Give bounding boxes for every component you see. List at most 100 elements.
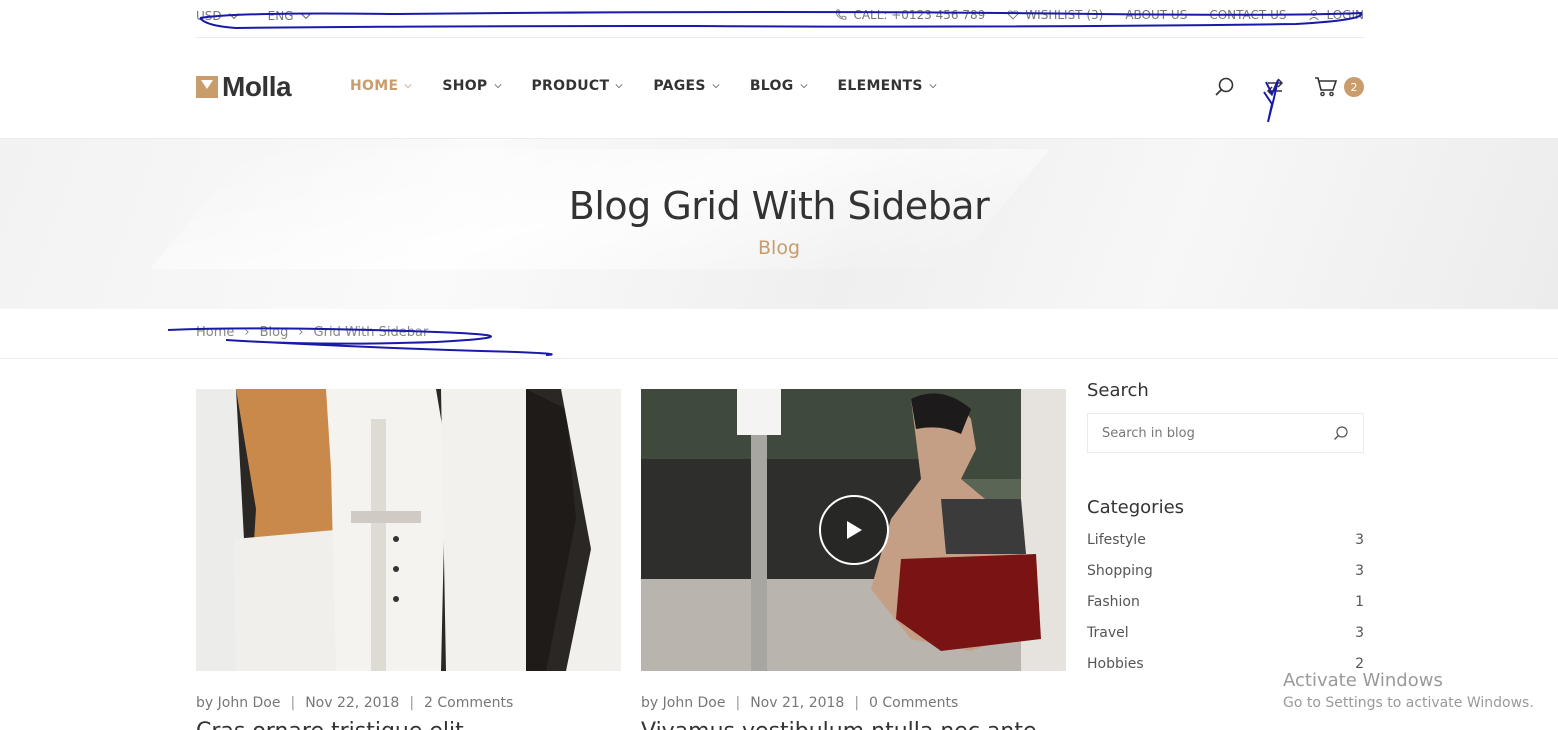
chevron-down-icon [228, 13, 239, 20]
login-label: LOGIN [1326, 8, 1364, 22]
list-item[interactable]: Shopping 3 [1087, 563, 1364, 594]
category-count: 3 [1355, 563, 1364, 579]
category-name: Lifestyle [1087, 532, 1146, 548]
meta-separator: | [409, 695, 415, 711]
cart-button[interactable]: 2 [1314, 76, 1364, 98]
nav-label: PAGES [653, 78, 706, 94]
post-image-fashion-illustration [196, 389, 621, 671]
chevron-down-icon [494, 84, 501, 89]
category-count: 3 [1355, 625, 1364, 641]
meta-separator: | [854, 695, 860, 711]
search-button[interactable] [1214, 76, 1236, 98]
nav-item-blog[interactable]: BLOG [750, 78, 808, 94]
chevron-down-icon [800, 84, 807, 89]
nav-item-elements[interactable]: ELEMENTS [838, 78, 937, 94]
header-actions: 2 [1214, 76, 1364, 98]
meta-separator: | [735, 695, 741, 711]
cart-count-badge: 2 [1344, 77, 1364, 97]
post-author[interactable]: by John Doe [641, 695, 725, 711]
page-header-banner: Blog Grid With Sidebar Blog [0, 138, 1558, 309]
breadcrumb-current: Grid With Sidebar [313, 325, 429, 340]
post-image[interactable] [196, 389, 621, 671]
call-link[interactable]: CALL: +0123 456 789 [835, 8, 985, 22]
nav-item-pages[interactable]: PAGES [653, 78, 720, 94]
post-image[interactable] [641, 389, 1066, 671]
breadcrumb-home[interactable]: Home [196, 325, 234, 340]
windows-activation-watermark: Activate Windows Go to Settings to activ… [1283, 670, 1534, 711]
post-meta: by John Doe | Nov 22, 2018 | 2 Comments [196, 695, 513, 711]
list-item[interactable]: Lifestyle 3 [1087, 532, 1364, 563]
nav-label: ELEMENTS [837, 78, 923, 94]
currency-label: USD [196, 9, 222, 23]
categories-widget-title: Categories [1087, 497, 1185, 518]
chevron-down-icon [929, 84, 937, 89]
site-logo[interactable]: Molla [196, 71, 292, 103]
page-title: Blog Grid With Sidebar [568, 184, 990, 228]
currency-dropdown[interactable]: USD [196, 9, 240, 23]
play-video-button[interactable] [819, 495, 889, 565]
user-icon [1309, 10, 1320, 21]
post-title[interactable]: Cras ornare tristique elit. [196, 719, 471, 730]
compare-icon [1266, 78, 1284, 96]
post-comments[interactable]: 0 Comments [869, 695, 958, 711]
post-comments[interactable]: 2 Comments [424, 695, 513, 711]
breadcrumb: Home › Blog › Grid With Sidebar [196, 325, 428, 340]
page-subtitle: Blog [758, 237, 800, 259]
chevron-down-icon [404, 84, 412, 89]
language-dropdown[interactable]: ENG [268, 9, 312, 23]
logo-text: Molla [222, 71, 292, 102]
category-name: Shopping [1087, 563, 1153, 579]
contact-label: CONTACT US [1209, 8, 1287, 22]
play-icon [847, 521, 862, 539]
chevron-down-icon [712, 84, 720, 89]
wishlist-label: WISHLIST (3) [1025, 8, 1104, 22]
watermark-line-2: Go to Settings to activate Windows. [1283, 695, 1534, 711]
blog-post-card: by John Doe | Nov 22, 2018 | 2 Comments … [196, 389, 621, 730]
heart-icon [1007, 10, 1019, 20]
top-bar: USD ENG CALL: +0123 456 789 WISHLIST (3)… [196, 0, 1364, 38]
breadcrumb-blog[interactable]: Blog [260, 325, 289, 340]
category-count: 3 [1355, 532, 1364, 548]
nav-label: BLOG [749, 78, 794, 94]
nav-item-shop[interactable]: SHOP [442, 78, 501, 94]
search-icon [1215, 77, 1234, 96]
blog-sidebar: Search Search in blog Categories Lifesty… [1087, 380, 1364, 687]
about-link[interactable]: ABOUT US [1125, 8, 1187, 22]
search-input[interactable]: Search in blog [1087, 413, 1364, 453]
about-label: ABOUT US [1125, 8, 1188, 22]
breadcrumb-divider [0, 358, 1558, 359]
category-name: Fashion [1087, 594, 1140, 610]
nav-item-home[interactable]: HOME [350, 78, 412, 94]
nav-label: PRODUCT [531, 78, 610, 94]
categories-list: Lifestyle 3 Shopping 3 Fashion 1 Travel 3 Ho… [1087, 532, 1364, 687]
chevron-right-icon: › [298, 325, 304, 340]
blog-post-card: by John Doe | Nov 21, 2018 | 0 Comments … [641, 389, 1066, 730]
main-nav: HOME SHOP PRODUCT PAGES BLOG ELEMENTS [350, 78, 937, 94]
nav-item-product[interactable]: PRODUCT [532, 78, 624, 94]
logo-mark-icon [196, 76, 218, 98]
login-link[interactable]: LOGIN [1308, 8, 1364, 22]
compare-button[interactable] [1264, 76, 1286, 98]
search-icon[interactable] [1333, 425, 1349, 441]
language-label: ENG [267, 9, 294, 23]
nav-label: SHOP [442, 78, 488, 94]
post-author[interactable]: by John Doe [196, 695, 280, 711]
category-name: Travel [1087, 625, 1129, 641]
chevron-down-icon [300, 13, 311, 20]
nav-label: HOME [350, 78, 399, 94]
list-item[interactable]: Travel 3 [1087, 625, 1364, 656]
post-meta: by John Doe | Nov 21, 2018 | 0 Comments [641, 695, 958, 711]
post-title[interactable]: Vivamus vestibulum ntulla nec ante. [641, 719, 1044, 730]
contact-link[interactable]: CONTACT US [1209, 8, 1286, 22]
post-date[interactable]: Nov 22, 2018 [305, 695, 399, 711]
search-widget-title: Search [1087, 380, 1149, 401]
main-header: Molla HOME SHOP PRODUCT PAGES BLOG ELEME… [196, 38, 1364, 138]
phone-icon [836, 9, 847, 20]
category-name: Hobbies [1087, 656, 1144, 672]
cart-icon [1315, 77, 1338, 97]
post-date[interactable]: Nov 21, 2018 [750, 695, 844, 711]
list-item[interactable]: Fashion 1 [1087, 594, 1364, 625]
wishlist-link[interactable]: WISHLIST (3) [1007, 8, 1103, 22]
category-count: 1 [1355, 594, 1364, 610]
search-placeholder: Search in blog [1102, 425, 1195, 441]
